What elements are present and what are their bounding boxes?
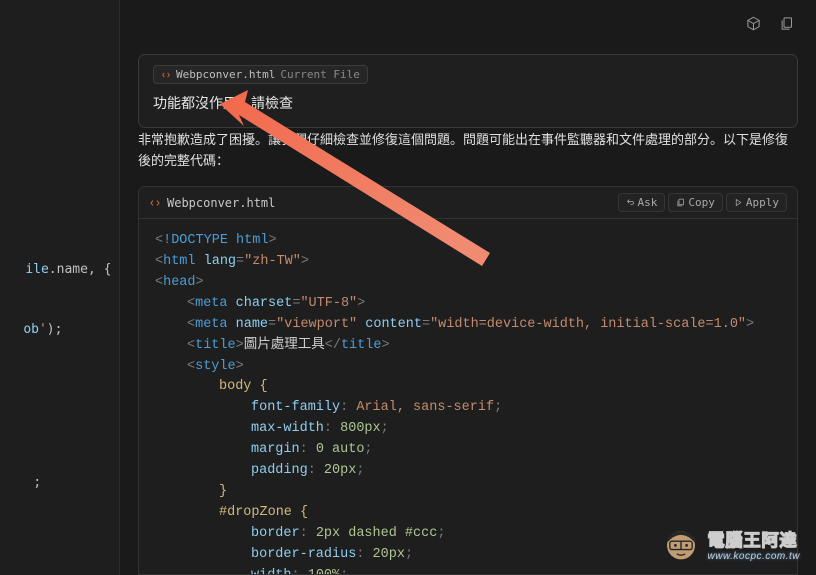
code-filename: Webpconver.html [167,196,275,210]
context-filename: Webpconver.html [176,68,275,81]
code-body[interactable]: <!DOCTYPE html> <html lang="zh-TW"> <hea… [139,219,797,574]
apply-button-label: Apply [746,196,779,209]
code-file-icon [161,70,171,80]
user-message-box: Webpconver.html Current File 功能都沒作用，請檢查 [138,54,798,128]
ask-button-label: Ask [638,196,658,209]
ask-button[interactable]: Ask [618,193,666,212]
panel-toolbar [746,16,794,35]
user-message-text: 功能都沒作用，請檢查 [153,93,783,113]
back-arrow-icon [626,198,635,207]
assistant-response: 非常抱歉造成了困擾。讓我們仔細檢查並修復這個問題。問題可能出在事件監聽器和文件處… [138,130,798,173]
copy-button[interactable]: Copy [668,193,723,212]
cube-icon[interactable] [746,16,761,35]
code-token: ; [33,475,41,490]
code-token: !DOCTYPE html [163,233,268,248]
code-block: Webpconver.html Ask Copy Apply <!DOCTYPE… [138,186,798,575]
chat-panel: Webpconver.html Current File 功能都沒作用，請檢查 … [120,0,816,575]
editor-left-pane: ile.name, { typ ob'); ; [0,0,120,575]
copy-page-icon[interactable] [779,16,794,35]
copy-icon [676,198,685,207]
apply-button[interactable]: Apply [726,193,787,212]
context-chip[interactable]: Webpconver.html Current File [153,65,368,84]
context-suffix: Current File [280,68,359,81]
code-token: ile.name, { typ [25,262,120,277]
code-file-icon [149,197,161,209]
code-token: ob'); [23,322,62,337]
copy-button-label: Copy [688,196,715,209]
play-icon [734,198,743,207]
code-block-header: Webpconver.html Ask Copy Apply [139,187,797,219]
